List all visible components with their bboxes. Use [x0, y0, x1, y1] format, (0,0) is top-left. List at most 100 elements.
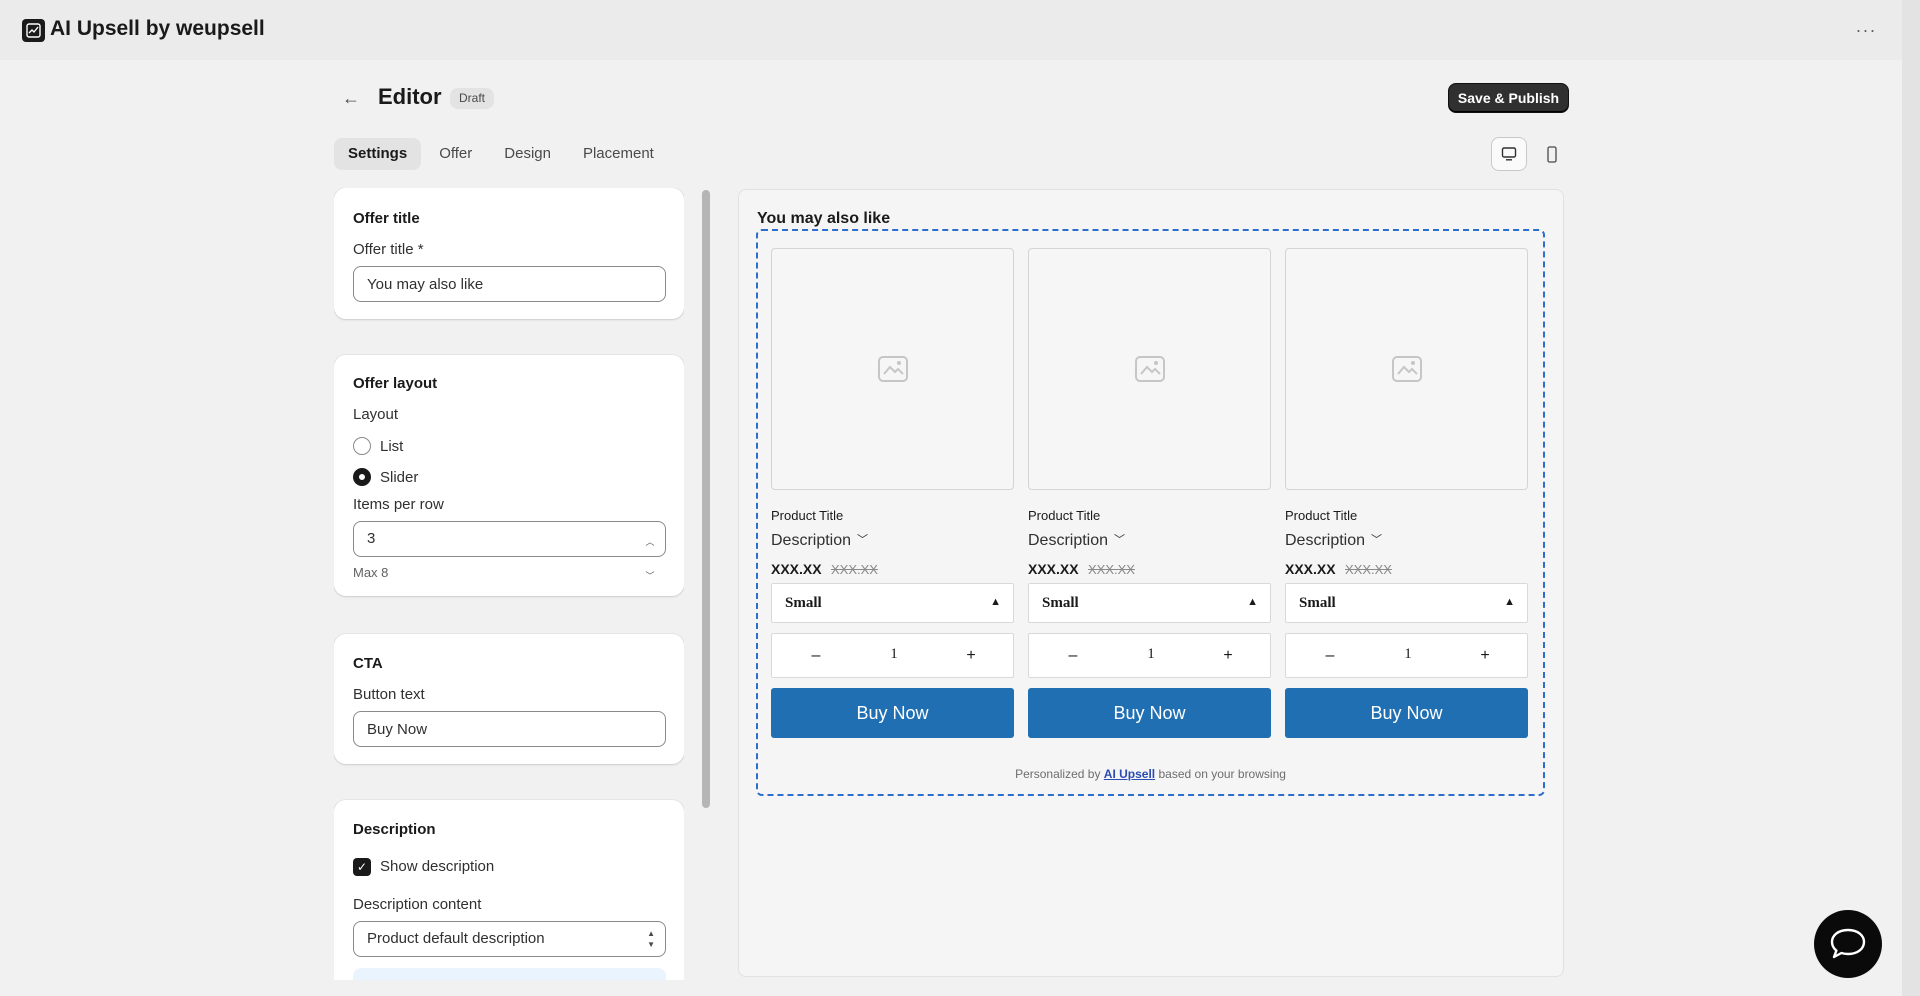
offer-title-label: Offer title *	[353, 241, 424, 258]
preview-panel: You may also like Product Title Descript…	[738, 189, 1564, 977]
layout-label: Layout	[353, 406, 399, 423]
app-window: AI Upsell by weupsell ··· ← Editor Draft…	[0, 0, 1902, 996]
layout-radio-list[interactable]	[353, 437, 371, 455]
items-per-row-input[interactable]: 3 ︿ ﹀	[353, 521, 666, 581]
product-image-placeholder	[771, 248, 1014, 490]
quantity-value[interactable]: 1	[1393, 646, 1423, 663]
show-description-label: Show description	[380, 858, 495, 875]
card-title: Offer title	[353, 210, 420, 227]
product-description-toggle[interactable]: Description ﹀	[1285, 531, 1382, 550]
quantity-value[interactable]: 1	[879, 646, 909, 663]
number-stepper-icon[interactable]: ︿ ﹀	[643, 525, 657, 581]
variant-value: Small	[1299, 595, 1336, 611]
chevron-down-icon: ﹀	[1371, 534, 1383, 546]
tab-placement[interactable]: Placement	[569, 138, 668, 170]
quantity-decrease-button[interactable]: –	[1058, 644, 1088, 668]
items-per-row-label: Items per row	[353, 496, 444, 513]
description-card: Description ✓ Show description Descripti…	[334, 800, 684, 980]
quantity-increase-button[interactable]: +	[1213, 644, 1243, 668]
product-price: XXX.XX	[1285, 561, 1336, 577]
card-title: Offer layout	[353, 375, 438, 392]
layout-radio-slider[interactable]	[353, 468, 371, 486]
quantity-increase-button[interactable]: +	[956, 644, 986, 668]
description-content-label: Description content	[353, 896, 482, 913]
image-placeholder-icon	[1134, 356, 1165, 382]
select-chevron-icon: ▲ ▼	[647, 929, 655, 949]
product-price: XXX.XX	[771, 561, 822, 577]
mobile-preview-button[interactable]	[1535, 137, 1569, 171]
quantity-stepper: – 1 +	[1028, 633, 1271, 678]
show-description-checkbox[interactable]: ✓	[353, 858, 371, 876]
layout-option-slider-label: Slider	[380, 469, 419, 486]
mobile-icon	[1547, 145, 1557, 163]
buy-now-button[interactable]: Buy Now	[1028, 688, 1271, 738]
offer-layout-card: Offer layout Layout List Slider Items pe…	[334, 355, 684, 596]
product-title: Product Title	[1028, 508, 1101, 523]
product-description-label: Description	[771, 532, 852, 549]
desktop-preview-button[interactable]	[1491, 137, 1527, 171]
tab-offer[interactable]: Offer	[425, 138, 486, 170]
product-image-placeholder	[1028, 248, 1271, 490]
preview-offer-heading: You may also like	[757, 210, 891, 227]
items-per-row-help: Max 8	[353, 565, 389, 580]
settings-scrollbar-thumb[interactable]	[702, 190, 710, 808]
back-arrow-icon[interactable]: ←	[340, 84, 362, 112]
offer-title-card: Offer title Offer title *	[334, 188, 684, 319]
description-content-value: Product default description	[367, 930, 545, 947]
info-banner	[353, 968, 666, 980]
window-edge	[1902, 0, 1920, 996]
editor-tabs: Settings Offer Design Placement	[334, 138, 668, 170]
image-placeholder-icon	[877, 356, 908, 382]
save-publish-button[interactable]: Save & Publish	[1448, 83, 1569, 113]
layout-option-list-label: List	[380, 438, 404, 455]
quantity-stepper: – 1 +	[771, 633, 1014, 678]
product-compare-price: XXX.XX	[831, 562, 878, 577]
buy-now-button[interactable]: Buy Now	[771, 688, 1014, 738]
product-description-toggle[interactable]: Description ﹀	[771, 531, 868, 550]
chat-icon	[1830, 928, 1866, 959]
tab-settings[interactable]: Settings	[334, 138, 422, 170]
buy-now-button[interactable]: Buy Now	[1285, 688, 1528, 738]
product-description-toggle[interactable]: Description ﹀	[1028, 531, 1125, 550]
quantity-increase-button[interactable]: +	[1470, 644, 1500, 668]
variant-select[interactable]: Small ▲	[1028, 583, 1271, 623]
variant-value: Small	[785, 595, 822, 611]
quantity-stepper: – 1 +	[1285, 633, 1528, 678]
chat-support-button[interactable]	[1814, 910, 1882, 978]
image-placeholder-icon	[1391, 356, 1422, 382]
tab-design[interactable]: Design	[490, 138, 565, 170]
button-text-input[interactable]	[353, 711, 666, 747]
variant-select[interactable]: Small ▲	[1285, 583, 1528, 623]
quantity-decrease-button[interactable]: –	[1315, 644, 1345, 668]
product-title: Product Title	[1285, 508, 1358, 523]
product-description-label: Description	[1285, 532, 1366, 549]
product-compare-price: XXX.XX	[1345, 562, 1392, 577]
app-logo-icon	[22, 19, 45, 42]
app-topbar: AI Upsell by weupsell ···	[0, 0, 1902, 60]
desktop-icon	[1501, 147, 1517, 161]
quantity-value[interactable]: 1	[1136, 646, 1166, 663]
description-content-select[interactable]: Product default description ▲ ▼	[353, 921, 666, 957]
app-name: AI Upsell by weupsell	[50, 17, 265, 40]
settings-scrollbar[interactable]	[702, 190, 710, 808]
offer-title-input[interactable]	[353, 266, 666, 302]
checkmark-icon: ✓	[356, 860, 368, 874]
more-actions-icon[interactable]: ···	[1852, 16, 1880, 44]
quantity-decrease-button[interactable]: –	[801, 644, 831, 668]
attribution-text: Personalized by AI Upsell based on your …	[758, 767, 1543, 781]
chevron-down-icon: ﹀	[1114, 534, 1126, 546]
product-compare-price: XXX.XX	[1088, 562, 1135, 577]
card-title: Description	[353, 821, 436, 838]
product-description-label: Description	[1028, 532, 1109, 549]
variant-value: Small	[1042, 595, 1079, 611]
attribution-link[interactable]: AI Upsell	[1104, 767, 1155, 781]
status-badge: Draft	[450, 88, 495, 109]
variant-select[interactable]: Small ▲	[771, 583, 1014, 623]
attribution-suffix: based on your browsing	[1158, 767, 1286, 781]
caret-up-icon: ▲	[1504, 596, 1515, 608]
button-text-label: Button text	[353, 686, 425, 703]
card-title: CTA	[353, 655, 383, 672]
settings-panel: Offer title Offer title * Offer layout L…	[334, 188, 684, 980]
attribution-prefix: Personalized by	[1015, 767, 1101, 781]
page-title: Editor	[378, 84, 442, 109]
